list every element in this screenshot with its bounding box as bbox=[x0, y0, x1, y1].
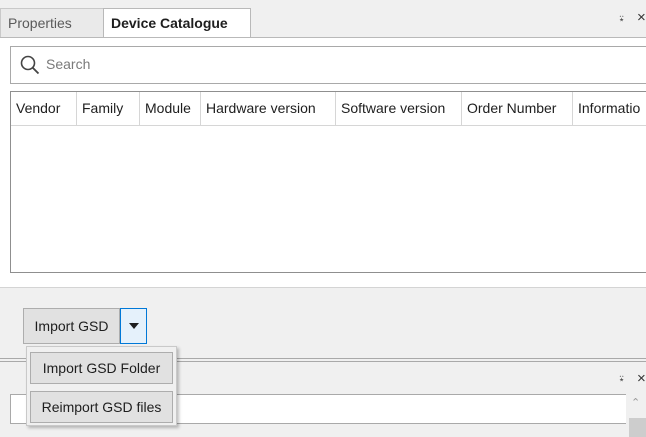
menu-item-import-gsd-folder[interactable]: Import GSD Folder bbox=[30, 352, 173, 384]
column-header-hardware-version[interactable]: Hardware version bbox=[201, 92, 336, 125]
chevron-down-icon bbox=[129, 323, 139, 329]
table-header: Vendor Family Module Hardware version So… bbox=[11, 92, 646, 126]
import-dropdown-button[interactable] bbox=[120, 308, 147, 344]
column-header-software-version[interactable]: Software version bbox=[336, 92, 462, 125]
column-header-family[interactable]: Family bbox=[77, 92, 140, 125]
lower-close-icon[interactable]: × bbox=[637, 370, 646, 387]
device-table: Vendor Family Module Hardware version So… bbox=[10, 91, 646, 273]
scrollbar-thumb[interactable] bbox=[629, 418, 646, 437]
menu-item-reimport-gsd-files[interactable]: Reimport GSD files bbox=[30, 391, 173, 423]
tab-strip: Properties Device Catalogue ⍣ × bbox=[0, 0, 646, 38]
tab-properties[interactable]: Properties bbox=[0, 8, 104, 38]
search-input[interactable]: Search bbox=[46, 56, 90, 72]
column-header-vendor[interactable]: Vendor bbox=[11, 92, 77, 125]
column-header-order-number[interactable]: Order Number bbox=[462, 92, 573, 125]
tab-device-catalogue[interactable]: Device Catalogue bbox=[103, 8, 251, 38]
import-gsd-button[interactable]: Import GSD bbox=[23, 308, 120, 344]
lower-pin-icon[interactable]: ⍣ bbox=[618, 372, 625, 387]
close-icon[interactable]: × bbox=[637, 9, 646, 26]
scroll-up-icon[interactable]: ⌃ bbox=[631, 396, 640, 409]
panel-divider bbox=[0, 287, 646, 288]
search-box[interactable]: Search bbox=[10, 46, 646, 84]
column-header-information[interactable]: Informatio bbox=[573, 92, 646, 125]
import-dropdown-menu: Import GSD Folder Reimport GSD files bbox=[26, 346, 177, 426]
column-header-module[interactable]: Module bbox=[140, 92, 201, 125]
pin-icon[interactable]: ⍣ bbox=[618, 12, 625, 27]
search-icon bbox=[20, 55, 40, 75]
